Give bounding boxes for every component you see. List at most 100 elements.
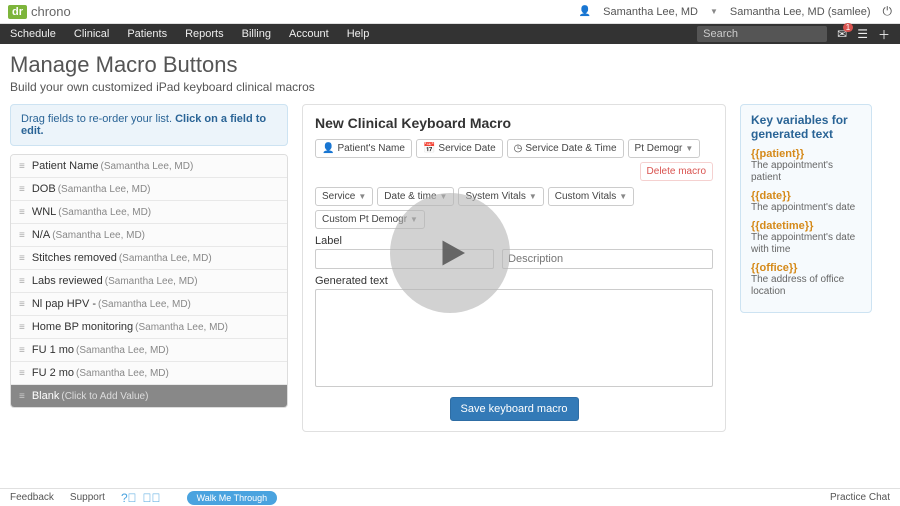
btn-service-date[interactable]: 📅Service Date <box>416 139 503 158</box>
nav-clinical[interactable]: Clinical <box>74 28 109 40</box>
btn-pt-demogr[interactable]: Pt Demogr▼ <box>628 139 701 158</box>
variable-item: {{office}}The address of office location <box>751 262 861 298</box>
variable-name: {{office}} <box>751 262 861 274</box>
caret-down-icon: ▼ <box>710 7 718 16</box>
search-input[interactable] <box>697 26 827 42</box>
macro-item[interactable]: ≡ N/A (Samantha Lee, MD) <box>11 224 287 247</box>
drag-handle-icon[interactable]: ≡ <box>19 276 24 287</box>
macro-item[interactable]: ≡ Stitches removed (Samantha Lee, MD) <box>11 247 287 270</box>
gentext-label: Generated text <box>315 275 713 287</box>
macro-label: Blank <box>32 390 60 402</box>
macro-owner: (Samantha Lee, MD) <box>105 276 198 287</box>
macro-owner: (Samantha Lee, MD) <box>52 230 145 241</box>
calendar-icon: 📅 <box>423 143 435 154</box>
help-icon[interactable]: ?⃝ <box>121 491 137 505</box>
drag-handle-icon[interactable]: ≡ <box>19 299 24 310</box>
btn-delete-macro[interactable]: Delete macro <box>640 162 713 181</box>
page-title: Manage Macro Buttons <box>10 52 890 78</box>
macro-label: FU 1 mo <box>32 344 74 356</box>
btn-service-datetime[interactable]: ◷Service Date & Time <box>507 139 624 158</box>
variable-name: {{patient}} <box>751 148 861 160</box>
variable-name: {{date}} <box>751 190 861 202</box>
play-icon[interactable]: ▶⃝ <box>143 491 161 505</box>
macro-item[interactable]: ≡Labs reviewed (Samantha Lee, MD) <box>11 270 287 293</box>
drag-handle-icon[interactable]: ≡ <box>19 230 24 241</box>
drag-handle-icon[interactable]: ≡ <box>19 368 24 379</box>
nav-reports[interactable]: Reports <box>185 28 224 40</box>
caret-down-icon: ▼ <box>529 192 537 201</box>
menu-icon[interactable]: ☰ <box>857 27 868 41</box>
practice-chat[interactable]: Practice Chat <box>830 492 890 503</box>
user-icon: 👤 <box>579 6 591 17</box>
macro-label: WNL <box>32 206 56 218</box>
macro-owner: (Samantha Lee, MD) <box>76 345 169 356</box>
drag-handle-icon[interactable]: ≡ <box>19 207 24 218</box>
caret-down-icon: ▼ <box>619 192 627 201</box>
drag-handle-icon[interactable]: ≡ <box>19 253 24 264</box>
messages-icon[interactable]: ✉1 <box>837 27 847 41</box>
macro-owner: (Samantha Lee, MD) <box>76 368 169 379</box>
nav-account[interactable]: Account <box>289 28 329 40</box>
plus-icon[interactable]: ＋ <box>878 26 890 43</box>
macro-owner: (Samantha Lee, MD) <box>58 184 151 195</box>
macro-label: N/A <box>32 229 50 241</box>
generated-text-input[interactable] <box>315 289 713 387</box>
macro-label: Stitches removed <box>32 252 117 264</box>
user-icon: 👤 <box>322 143 334 154</box>
macro-editor-panel: New Clinical Keyboard Macro 👤Patient's N… <box>302 104 726 432</box>
macro-item[interactable]: ≡ Patient Name (Samantha Lee, MD) <box>11 155 287 178</box>
nav-bar: Schedule Clinical Patients Reports Billi… <box>0 24 900 44</box>
macro-owner: (Samantha Lee, MD) <box>119 253 212 264</box>
description-input[interactable] <box>502 249 713 269</box>
brand-bar: dr chrono 👤 Samantha Lee, MD ▼ Samantha … <box>0 0 900 24</box>
video-play-overlay[interactable] <box>390 193 510 313</box>
save-button[interactable]: Save keyboard macro <box>450 397 579 421</box>
key-variables-heading: Key variables for generated text <box>751 113 861 142</box>
footer-feedback[interactable]: Feedback <box>10 492 54 503</box>
macro-owner: (Samantha Lee, MD) <box>135 322 228 333</box>
macro-label: Patient Name <box>32 160 99 172</box>
macro-item-blank[interactable]: ≡Blank (Click to Add Value) <box>11 385 287 407</box>
play-triangle-icon <box>425 228 475 278</box>
btn-custom-vitals[interactable]: Custom Vitals▼ <box>548 187 634 206</box>
macro-owner: (Samantha Lee, MD) <box>98 299 191 310</box>
macro-item[interactable]: ≡FU 2 mo (Samantha Lee, MD) <box>11 362 287 385</box>
drag-handle-icon[interactable]: ≡ <box>19 322 24 333</box>
key-variables-panel: Key variables for generated text {{patie… <box>740 104 872 313</box>
drag-handle-icon[interactable]: ≡ <box>19 161 24 172</box>
macro-item[interactable]: ≡ FU 1 mo (Samantha Lee, MD) <box>11 339 287 362</box>
user-menu-2[interactable]: Samantha Lee, MD (samlee) <box>730 6 871 18</box>
macro-label: DOB <box>32 183 56 195</box>
drag-handle-icon[interactable]: ≡ <box>19 345 24 356</box>
macro-list: ≡ Patient Name (Samantha Lee, MD) ≡ DOB (Sa… <box>10 154 288 408</box>
variable-item: {{datetime}}The appointment's date with … <box>751 220 861 256</box>
drag-handle-icon[interactable]: ≡ <box>19 391 24 402</box>
walk-me-through-button[interactable]: Walk Me Through <box>187 491 278 505</box>
nav-billing[interactable]: Billing <box>242 28 271 40</box>
nav-schedule[interactable]: Schedule <box>10 28 56 40</box>
nav-help[interactable]: Help <box>347 28 370 40</box>
macro-item[interactable]: ≡ Home BP monitoring (Samantha Lee, MD) <box>11 316 287 339</box>
logo-box: dr <box>8 5 27 19</box>
variable-item: {{date}}The appointment's date <box>751 190 861 214</box>
power-icon[interactable]: ⏻ <box>883 4 893 19</box>
macro-label: Home BP monitoring <box>32 321 133 333</box>
macro-item[interactable]: ≡Nl pap HPV - (Samantha Lee, MD) <box>11 293 287 316</box>
macro-item[interactable]: ≡ DOB (Samantha Lee, MD) <box>11 178 287 201</box>
drag-handle-icon[interactable]: ≡ <box>19 184 24 195</box>
macro-owner: (Samantha Lee, MD) <box>58 207 151 218</box>
footer: Feedback Support ?⃝ ▶⃝ Walk Me Through P… <box>0 488 900 506</box>
hint-text: Drag fields to re-order your list. <box>21 113 175 125</box>
btn-patients-name[interactable]: 👤Patient's Name <box>315 139 412 158</box>
macro-item[interactable]: ≡ WNL (Samantha Lee, MD) <box>11 201 287 224</box>
macro-owner: (Samantha Lee, MD) <box>101 161 194 172</box>
clock-icon: ◷ <box>514 143 523 154</box>
footer-support[interactable]: Support <box>70 492 105 503</box>
nav-patients[interactable]: Patients <box>127 28 167 40</box>
page-subtitle: Build your own customized iPad keyboard … <box>10 80 890 94</box>
user-menu-1[interactable]: Samantha Lee, MD <box>603 6 698 18</box>
variable-desc: The address of office location <box>751 274 861 298</box>
btn-service[interactable]: Service▼ <box>315 187 373 206</box>
caret-down-icon: ▼ <box>685 144 693 153</box>
logo[interactable]: dr chrono <box>8 4 71 19</box>
